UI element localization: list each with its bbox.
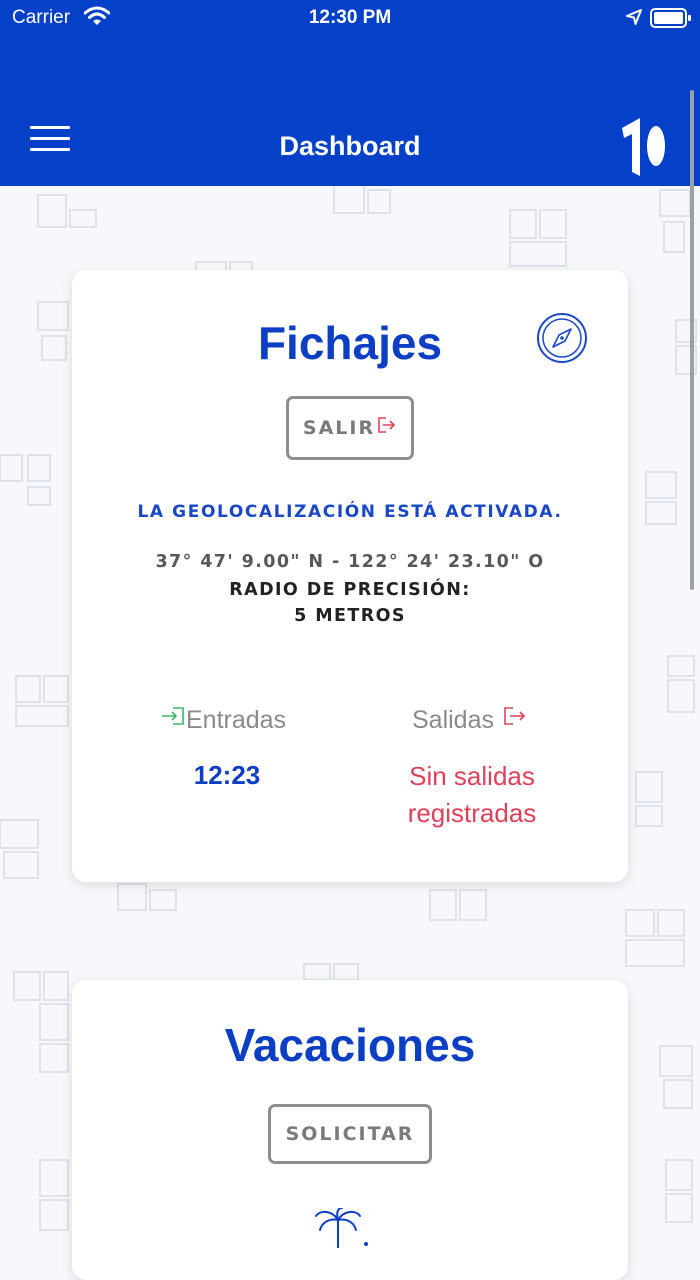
vacaciones-title: Vacaciones [224,1019,476,1071]
enter-icon [162,706,184,725]
request-button-label: SOLICITAR [285,1123,415,1145]
salidas-value: Sin salidas registradas [372,758,572,832]
entradas-value: 12:23 [193,760,261,790]
status-bar: Carrier 12:30 PM [0,0,700,86]
page-title: Dashboard [279,131,421,161]
compass-icon[interactable] [536,312,588,364]
location-arrow-icon [626,9,642,25]
app-logo [622,118,665,176]
navbar: Dashboard [0,86,700,186]
exit-button[interactable]: SALIR [286,396,414,460]
scrollbar[interactable] [690,90,694,590]
salidas-value-line2: registradas [407,798,537,828]
precision-value: 5 METROS [294,606,406,626]
salidas-value-line1: Sin salidas [409,761,535,791]
entradas-header: Entradas [160,706,286,735]
precision-block: RADIO DE PRECISIÓN: 5 METROS [72,577,628,629]
salidas-label: Salidas [412,706,494,734]
exit-icon [378,417,396,433]
fichajes-card: Fichajes SALIR LA GEOLOCALIZACIÓN ESTÁ A… [72,270,628,882]
geolocation-status: LA GEOLOCALIZACIÓN ESTÁ ACTIVADA. [137,502,563,522]
exit-icon [504,706,526,725]
precision-label: RADIO DE PRECISIÓN: [229,580,471,600]
vacaciones-card: Vacaciones SOLICITAR [72,980,628,1280]
request-vacation-button[interactable]: SOLICITAR [268,1104,432,1164]
status-time: 12:30 PM [308,7,392,28]
palm-tree-icon [315,1208,368,1248]
battery-icon [650,8,691,28]
coordinates-text: 37° 47' 9.00" N - 122° 24' 23.10" O [155,552,545,572]
entradas-label: Entradas [186,706,287,734]
exit-button-label: SALIR [302,417,376,439]
salidas-header: Salidas [412,706,528,735]
